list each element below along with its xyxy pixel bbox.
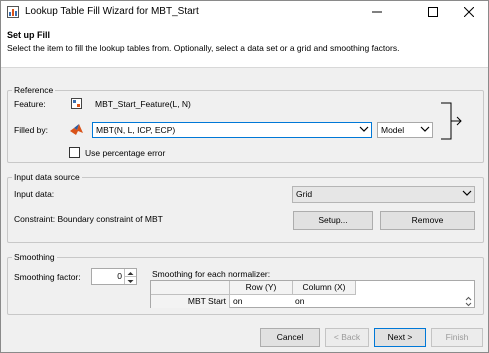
wizard-header: Set up Fill Select the item to fill the …: [1, 24, 488, 68]
reference-group-label: Reference: [12, 85, 56, 95]
input-source-group-label: Input data source: [12, 172, 82, 182]
percentage-error-checkbox[interactable]: [69, 147, 80, 158]
minimize-icon: [372, 11, 382, 13]
smoothing-group-label: Smoothing: [12, 252, 57, 262]
caret-up-icon: [127, 272, 134, 275]
caret-down-icon: [127, 280, 134, 283]
next-button[interactable]: Next >: [374, 328, 426, 347]
wizard-app-icon: [7, 6, 19, 18]
table-corner-header: [151, 281, 230, 295]
feature-label: Feature:: [14, 99, 46, 109]
wizard-window: Lookup Table Fill Wizard for MBT_Start S…: [0, 0, 489, 353]
input-data-label: Input data:: [14, 189, 55, 199]
column-header-column-x[interactable]: Column (X): [293, 281, 356, 295]
type-value: Model: [381, 125, 405, 135]
smoothing-factor-value: 0: [117, 271, 122, 281]
close-button[interactable]: [450, 1, 488, 24]
spinner-up-button[interactable]: [124, 269, 136, 277]
percentage-error-label: Use percentage error: [85, 148, 166, 158]
table-scroll-icon[interactable]: [465, 296, 472, 307]
table-row-header: MBT Start: [151, 295, 230, 308]
feature-icon: [71, 98, 82, 109]
table-cell-column-x[interactable]: on: [293, 295, 353, 308]
chevron-down-icon: [420, 126, 430, 132]
smoothing-factor-spinner[interactable]: 0: [91, 268, 137, 285]
close-icon: [463, 6, 475, 18]
maximize-button[interactable]: [414, 1, 452, 24]
remove-button[interactable]: Remove: [380, 211, 475, 230]
back-button[interactable]: < Back: [325, 328, 369, 347]
minimize-button[interactable]: [358, 1, 396, 24]
filled-by-label: Filled by:: [14, 125, 49, 135]
setup-button[interactable]: Setup...: [293, 211, 373, 230]
bracket-connector-icon: [441, 102, 462, 140]
window-title: Lookup Table Fill Wizard for MBT_Start: [25, 6, 199, 17]
chevron-down-icon: [359, 126, 369, 132]
column-header-row-y[interactable]: Row (Y): [230, 281, 293, 295]
smoothing-factor-label: Smoothing factor:: [14, 272, 81, 282]
feature-value: MBT_Start_Feature(L, N): [95, 99, 191, 109]
matlab-model-icon: [70, 124, 83, 135]
step-heading: Set up Fill: [7, 30, 51, 40]
maximize-icon: [428, 7, 438, 18]
type-dropdown[interactable]: Model: [377, 122, 433, 138]
constraint-text: Constraint: Boundary constraint of MBT: [14, 214, 163, 224]
title-bar[interactable]: Lookup Table Fill Wizard for MBT_Start: [1, 1, 488, 24]
input-data-value: Grid: [296, 189, 313, 199]
filled-by-value: MBT(N, L, ICP, ECP): [96, 125, 176, 135]
table-cell-row-y[interactable]: on: [231, 295, 291, 308]
spinner-down-button[interactable]: [124, 277, 136, 284]
cancel-button[interactable]: Cancel: [260, 328, 320, 347]
normalizer-smoothing-table[interactable]: Row (Y) Column (X) MBT Start on on: [150, 280, 475, 308]
step-description: Select the item to fill the lookup table…: [7, 43, 400, 53]
filled-by-dropdown[interactable]: MBT(N, L, ICP, ECP): [92, 122, 372, 138]
finish-button[interactable]: Finish: [431, 328, 483, 347]
per-normalizer-label: Smoothing for each normalizer:: [152, 269, 271, 279]
input-data-dropdown[interactable]: Grid: [292, 186, 475, 203]
chevron-down-icon: [462, 190, 472, 196]
